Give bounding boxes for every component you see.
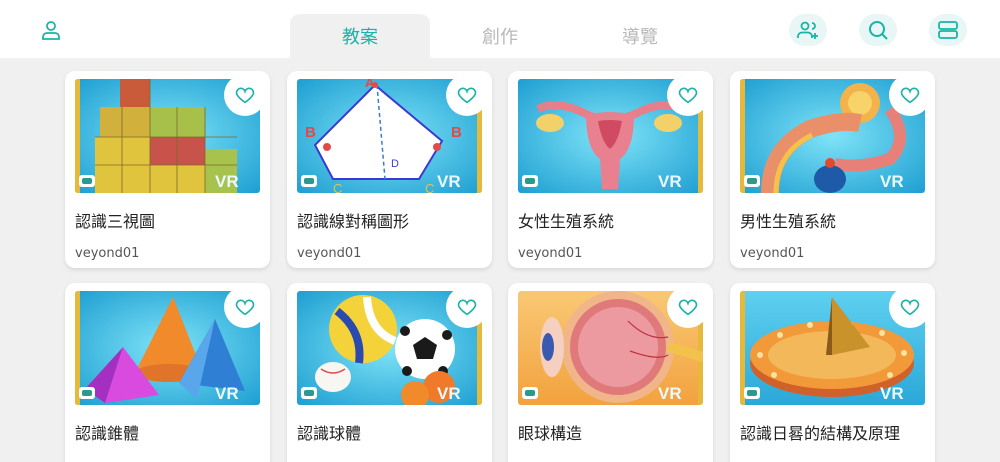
- card-female-reproductive[interactable]: VR 女性生殖系統 veyond01: [508, 71, 713, 268]
- heart-icon: [457, 299, 477, 316]
- card-sundial[interactable]: VR 認識日晷的結構及原理: [730, 283, 935, 462]
- tab-bar: 教案 創作 導覽: [290, 14, 710, 58]
- user-icon: [42, 21, 60, 40]
- card-author: veyond01: [518, 246, 583, 261]
- favorite-button[interactable]: [446, 286, 488, 328]
- card-title: 認識球體: [297, 424, 362, 443]
- heart-icon: [457, 87, 477, 104]
- profile-button[interactable]: [32, 14, 70, 46]
- svg-text:A: A: [365, 79, 375, 90]
- menu-button[interactable]: [929, 14, 967, 46]
- favorite-button[interactable]: [224, 74, 266, 116]
- heart-icon: [678, 87, 698, 104]
- search-icon: [869, 21, 888, 40]
- favorite-button[interactable]: [889, 286, 931, 328]
- favorite-button[interactable]: [224, 286, 266, 328]
- favorite-button[interactable]: [889, 74, 931, 116]
- card-title: 認識日晷的結構及原理: [740, 424, 901, 443]
- svg-text:VR: VR: [880, 384, 904, 403]
- menu-icon: [938, 21, 958, 39]
- heart-icon: [900, 299, 920, 316]
- heart-icon: [235, 87, 255, 104]
- heart-icon: [678, 299, 698, 316]
- card-line-symmetry[interactable]: A B B D C C VR 認識線對稱圖形 veyond01: [287, 71, 492, 268]
- card-author: veyond01: [297, 246, 362, 261]
- card-title: 眼球構造: [518, 424, 583, 443]
- card-title: 男性生殖系統: [740, 212, 837, 231]
- card-title: 女性生殖系統: [518, 212, 615, 231]
- tab-lesson-plans[interactable]: 教案: [290, 14, 430, 58]
- favorite-button[interactable]: [667, 286, 709, 328]
- add-user-icon: [797, 21, 818, 39]
- card-title: 認識線對稱圖形: [297, 212, 410, 231]
- tab-tours[interactable]: 導覽: [570, 14, 710, 58]
- card-spheres[interactable]: VR 認識球體: [287, 283, 492, 462]
- svg-text:VR: VR: [215, 384, 239, 403]
- favorite-button[interactable]: [446, 74, 488, 116]
- svg-text:VR: VR: [437, 172, 461, 191]
- favorite-button[interactable]: [667, 74, 709, 116]
- top-bar: 教案 創作 導覽: [0, 0, 1000, 58]
- svg-text:VR: VR: [880, 172, 904, 191]
- svg-text:VR: VR: [437, 384, 461, 403]
- svg-text:VR: VR: [658, 172, 682, 191]
- card-author: veyond01: [740, 246, 805, 261]
- card-title: 認識錐體: [75, 424, 140, 443]
- svg-text:C: C: [425, 181, 434, 193]
- card-cones[interactable]: VR 認識錐體: [65, 283, 270, 462]
- svg-text:B: B: [451, 124, 462, 141]
- svg-text:VR: VR: [658, 384, 682, 403]
- card-author: veyond01: [75, 246, 140, 261]
- search-button[interactable]: [859, 14, 897, 46]
- svg-text:VR: VR: [215, 172, 239, 191]
- heart-icon: [235, 299, 255, 316]
- svg-text:B: B: [305, 124, 316, 141]
- add-user-button[interactable]: [789, 14, 827, 46]
- card-male-reproductive[interactable]: VR 男性生殖系統 veyond01: [730, 71, 935, 268]
- svg-text:D: D: [391, 158, 399, 170]
- card-title: 認識三視圖: [75, 212, 156, 231]
- card-eye-structure[interactable]: VR 眼球構造: [508, 283, 713, 462]
- heart-icon: [900, 87, 920, 104]
- svg-text:C: C: [333, 181, 342, 193]
- card-three-views[interactable]: VR 認識三視圖 veyond01: [65, 71, 270, 268]
- tab-creations[interactable]: 創作: [430, 14, 570, 58]
